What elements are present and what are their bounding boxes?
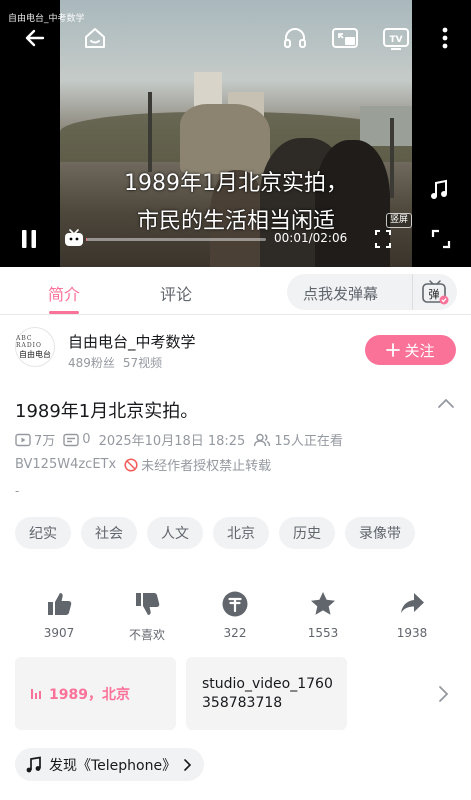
video-player[interactable]: 自由电台_中考数学 1989年1月北京实拍， 市民的生活相当闲适 TV 00:0…	[0, 0, 471, 267]
video-count: 57视频	[122, 356, 163, 370]
like-button[interactable]: 3907	[19, 588, 99, 640]
video-description: -	[15, 484, 20, 498]
related-video-title-line2: 358783718	[202, 695, 283, 711]
coin-icon	[222, 591, 248, 617]
tag-chip[interactable]: 人文	[147, 517, 203, 549]
action-bar: 3907 不喜欢 322 1553 1938	[0, 588, 471, 644]
share-count: 1938	[396, 626, 428, 640]
tab-indicator	[49, 311, 79, 314]
music-note-icon	[26, 755, 41, 772]
fans-count: 489粉丝	[68, 356, 115, 370]
vertical-mode-icon[interactable]	[371, 227, 395, 251]
viewers-icon	[254, 433, 271, 446]
dislike-button[interactable]: 不喜欢	[107, 588, 187, 643]
danmaku-button-label: 弹	[429, 287, 440, 301]
tag-chip[interactable]: 录像带	[345, 517, 415, 549]
share-button[interactable]: 1938	[372, 588, 452, 640]
like-count: 3907	[43, 626, 75, 640]
plus-icon	[386, 343, 401, 357]
home-icon[interactable]	[80, 23, 110, 53]
play-count-icon	[15, 433, 31, 446]
danmaku-tv-icon[interactable]	[63, 228, 85, 248]
tag-list: 纪实 社会 人文 北京 历史 录像带	[15, 517, 415, 549]
thumbs-up-icon	[48, 593, 72, 615]
collection-card[interactable]: 1989，北京	[15, 657, 176, 730]
collection-card-title: 1989，北京	[49, 686, 130, 703]
avatar-line-2: 自由电台	[19, 349, 51, 359]
bvid[interactable]: BV125W4zcETx	[15, 457, 116, 472]
follow-label: 关注	[404, 341, 435, 360]
favorite-count: 1553	[307, 626, 339, 640]
subtitle-line-1: 1989年1月北京实拍，	[124, 171, 348, 196]
video-meta-2: BV125W4zcETx 未经作者授权禁止转载	[15, 455, 271, 474]
pause-icon[interactable]	[16, 226, 42, 252]
subtitle-line-2: 市民的生活相当闲适	[136, 209, 335, 234]
star-icon	[311, 592, 335, 615]
chevron-right-icon[interactable]	[436, 684, 450, 708]
related-video-title-line1: studio_video_1760	[202, 676, 333, 692]
uploader-stats: 489粉丝 57视频	[68, 354, 162, 371]
pip-icon[interactable]	[330, 23, 360, 53]
tag-chip[interactable]: 历史	[279, 517, 335, 549]
danmaku-input[interactable]: 点我发弹幕 弹	[287, 274, 457, 310]
music-discover-pill[interactable]: 发现《Telephone》	[15, 748, 205, 781]
video-title: 1989年1月北京实拍。	[15, 401, 199, 422]
avatar-line-1: ABC RADIO	[16, 334, 42, 349]
forbidden-icon	[124, 457, 138, 472]
time-readout: 00:01/02:06	[274, 231, 348, 245]
fullscreen-icon[interactable]	[428, 227, 454, 251]
audio-bars-icon	[31, 688, 41, 699]
back-arrow-icon[interactable]	[20, 23, 50, 53]
chevron-up-icon[interactable]	[436, 395, 456, 414]
publish-date: 2025年10月18日 18:25	[98, 434, 246, 449]
headphones-icon[interactable]	[280, 23, 310, 53]
danmaku-count-icon	[63, 433, 79, 446]
progress-bar[interactable]	[86, 238, 266, 241]
tab-intro[interactable]: 简介	[48, 281, 80, 305]
danmaku-icon: 弹	[422, 280, 449, 305]
tag-chip[interactable]: 纪实	[15, 517, 71, 549]
tag-chip[interactable]: 北京	[213, 517, 269, 549]
tag-chip[interactable]: 社会	[81, 517, 137, 549]
view-count: 7万	[34, 434, 56, 449]
thumbs-down-icon	[136, 593, 160, 615]
progress-fill	[86, 238, 88, 241]
avatar[interactable]: ABC RADIO 自由电台	[15, 327, 55, 367]
copyright-notice: 未经作者授权禁止转载	[141, 459, 272, 474]
chevron-right-small-icon	[184, 758, 192, 771]
favorite-button[interactable]: 1553	[283, 588, 363, 640]
music-label: 发现《Telephone》	[49, 757, 177, 774]
video-meta: 7万 0 2025年10月18日 18:25 15人正在看	[15, 430, 351, 449]
danmaku-placeholder: 点我发弹幕	[303, 285, 379, 303]
coin-button[interactable]: 322	[195, 588, 275, 640]
tab-comments[interactable]: 评论	[160, 281, 192, 305]
dislike-label: 不喜欢	[128, 628, 165, 642]
uploader-name[interactable]: 自由电台_中考数学	[68, 331, 196, 352]
related-video-card[interactable]: studio_video_1760 358783718	[186, 657, 347, 730]
follow-button[interactable]: 关注	[365, 335, 456, 365]
coin-count: 322	[223, 626, 247, 640]
tv-cast-icon[interactable]: TV	[380, 23, 412, 53]
danmaku-toggle-button[interactable]: 弹	[412, 274, 457, 310]
danmaku-count: 0	[82, 432, 91, 447]
watching-count: 15人正在看	[274, 434, 343, 449]
vertical-mode-tag[interactable]: 竖屏	[386, 213, 413, 228]
music-note-icon[interactable]	[426, 177, 452, 203]
more-vert-icon[interactable]	[432, 23, 458, 53]
svg-text:TV: TV	[389, 35, 402, 45]
share-arrow-icon	[401, 593, 424, 613]
